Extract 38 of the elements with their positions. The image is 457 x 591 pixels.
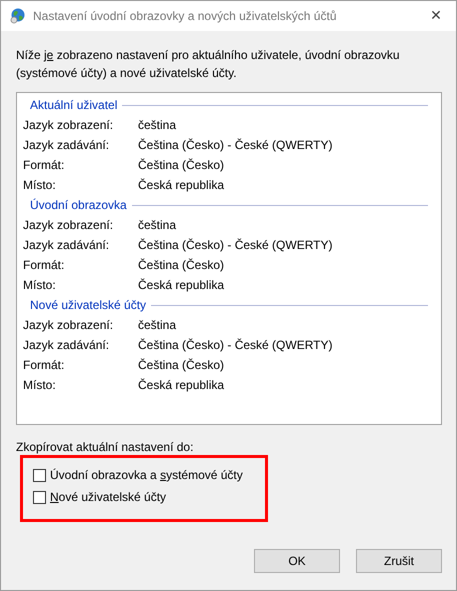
setting-value: Čeština (Česko) (138, 358, 224, 372)
setting-label: Formát: (23, 158, 66, 172)
ok-button[interactable]: OK (254, 549, 340, 573)
setting-value: Česká republika (138, 178, 224, 192)
setting-label: Jazyk zobrazení: (23, 318, 114, 332)
setting-value: čeština (138, 318, 176, 332)
setting-value: Čeština (Česko) (138, 158, 224, 172)
setting-value: Čeština (Česko) (138, 258, 224, 272)
setting-label: Jazyk zobrazení: (23, 118, 114, 132)
setting-label: Jazyk zadávání: (23, 338, 110, 352)
intro-text: Níže je zobrazeno nastavení pro aktuálního uživatele, úvodní obrazovku (systémové účty) a nové uživatelské účty. (16, 47, 401, 82)
section-heading: Nové uživatelské účty (30, 298, 146, 312)
checkbox[interactable] (33, 468, 46, 482)
setting-value: Čeština (Česko) - České (QWERTY) (138, 338, 332, 352)
section-heading: Úvodní obrazovka (30, 198, 127, 212)
section-heading: Aktuální uživatel (30, 98, 118, 112)
window-title: Nastavení úvodní obrazovky a nových uživatelských účtů (33, 9, 338, 23)
cancel-button[interactable]: Zrušit (356, 549, 442, 573)
checkbox[interactable] (33, 490, 46, 504)
setting-value: Čeština (Česko) - České (QWERTY) (138, 238, 332, 252)
setting-value: Čeština (Česko) - České (QWERTY) (138, 138, 332, 152)
setting-label: Formát: (23, 258, 66, 272)
copy-label: Zkopírovat aktuální nastavení do: (16, 439, 194, 455)
checkbox-label[interactable]: Úvodní obrazovka a systémové účty (50, 468, 243, 482)
setting-value: čeština (138, 218, 176, 232)
setting-value: čeština (138, 118, 176, 132)
setting-label: Místo: (23, 378, 57, 392)
globe-icon (10, 8, 26, 24)
setting-label: Místo: (23, 178, 57, 192)
setting-label: Místo: (23, 278, 57, 292)
setting-label: Jazyk zadávání: (23, 238, 110, 252)
close-button[interactable]: ✕ (416, 1, 456, 31)
setting-value: Česká republika (138, 378, 224, 392)
setting-label: Jazyk zadávání: (23, 138, 110, 152)
setting-label: Jazyk zobrazení: (23, 218, 114, 232)
checkbox-label[interactable]: Nové uživatelské účty (50, 490, 166, 504)
setting-label: Formát: (23, 358, 66, 372)
setting-value: Česká republika (138, 278, 224, 292)
